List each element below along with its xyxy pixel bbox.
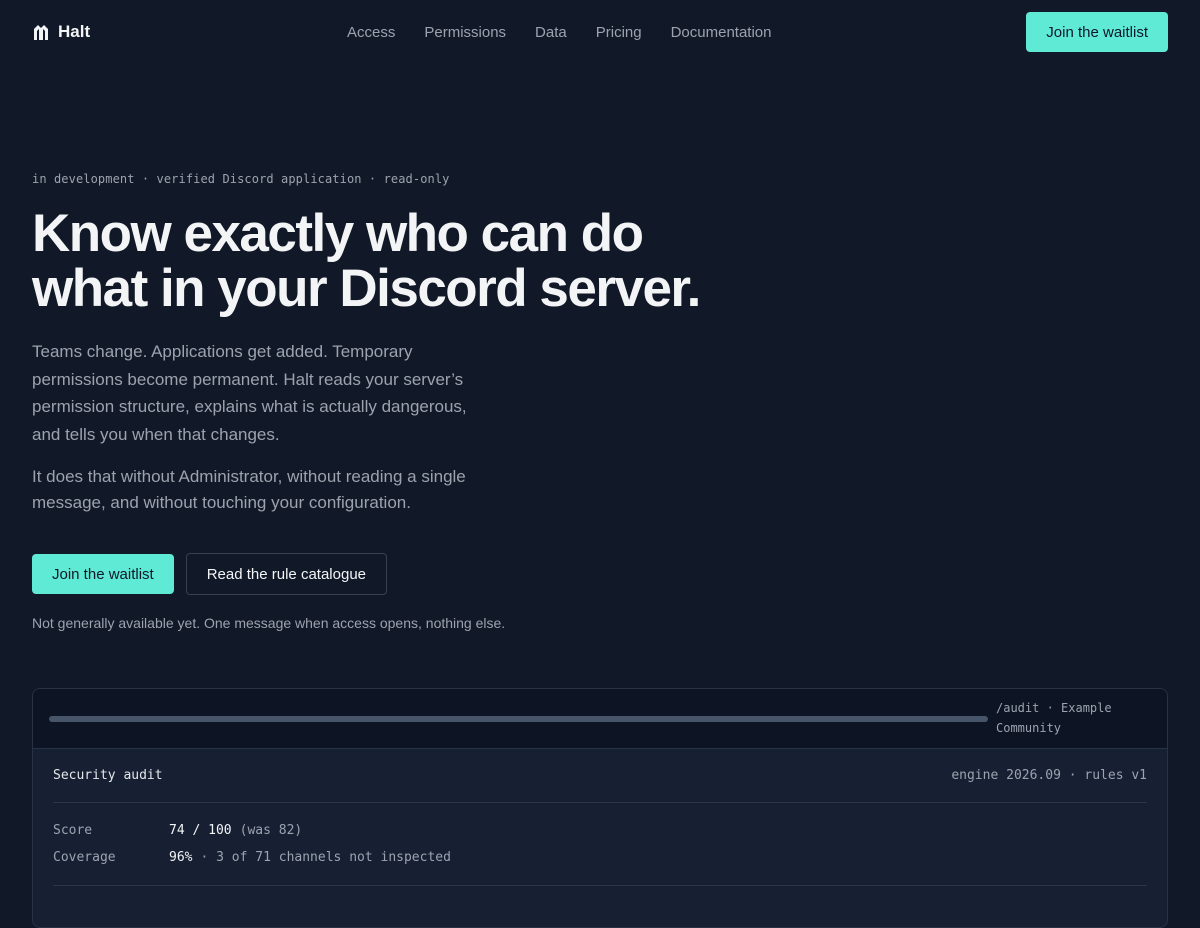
audit-progress-track: [49, 716, 988, 722]
score-label: Score: [53, 823, 93, 838]
brand-name: Halt: [58, 22, 91, 41]
rule-catalogue-button[interactable]: Read the rule catalogue: [185, 553, 387, 595]
coverage-row: Coverage 96% · 3 of 71 channels not insp…: [53, 844, 1147, 871]
primary-nav-links: Access Permissions Data Pricing Document…: [347, 0, 772, 64]
audit-command-path: /audit · Example Community: [996, 701, 1112, 735]
brand-link[interactable]: Halt: [32, 22, 90, 42]
coverage-detail: · 3 of 71 channels not inspected: [200, 850, 451, 865]
availability-note: Not generally available yet. One message…: [32, 615, 506, 631]
hero-eyebrow: in development · verified Discord applic…: [32, 172, 450, 186]
nav-link-permissions[interactable]: Permissions: [424, 24, 506, 41]
audit-preview-toolbar: /audit · Example Community: [33, 689, 1167, 749]
hero-section: in development · verified Discord applic…: [32, 172, 732, 631]
hero-description: Teams change. Applications get added. Te…: [32, 342, 467, 444]
nav-link-documentation[interactable]: Documentation: [671, 24, 772, 41]
audit-engine-version: engine 2026.09 · rules v1: [951, 768, 1147, 783]
coverage-value: 96%: [169, 850, 193, 865]
score-value: 74 / 100: [169, 823, 232, 838]
nav-link-access[interactable]: Access: [347, 24, 395, 41]
nav-link-data[interactable]: Data: [535, 24, 567, 41]
audit-title: Security audit: [53, 768, 163, 783]
coverage-label: Coverage: [53, 850, 116, 865]
nav-join-waitlist-button[interactable]: Join the waitlist: [1026, 12, 1168, 52]
hero-actions: Join the waitlist Read the rule catalogu…: [32, 553, 732, 595]
top-navigation: Halt Access Permissions Data Pricing Doc…: [0, 0, 1200, 64]
audit-preview-panel: /audit · Example Community Security audi…: [32, 688, 1168, 928]
hero-join-waitlist-button[interactable]: Join the waitlist: [32, 554, 174, 594]
halt-logo-icon: [34, 25, 48, 40]
nav-link-pricing[interactable]: Pricing: [596, 24, 642, 41]
score-row: Score 74 / 100 (was 82): [53, 817, 1147, 844]
audit-stats: Score 74 / 100 (was 82) Coverage 96% · 3…: [53, 803, 1147, 886]
hero-privacy-description: It does that without Administrator, with…: [32, 467, 466, 512]
audit-header: Security audit engine 2026.09 · rules v1: [53, 749, 1147, 803]
hero-headline: Know exactly who can do what in your Dis…: [32, 204, 701, 318]
audit-panel-body: Security audit engine 2026.09 · rules v1…: [33, 749, 1167, 886]
previous-score: (was 82): [239, 823, 303, 838]
